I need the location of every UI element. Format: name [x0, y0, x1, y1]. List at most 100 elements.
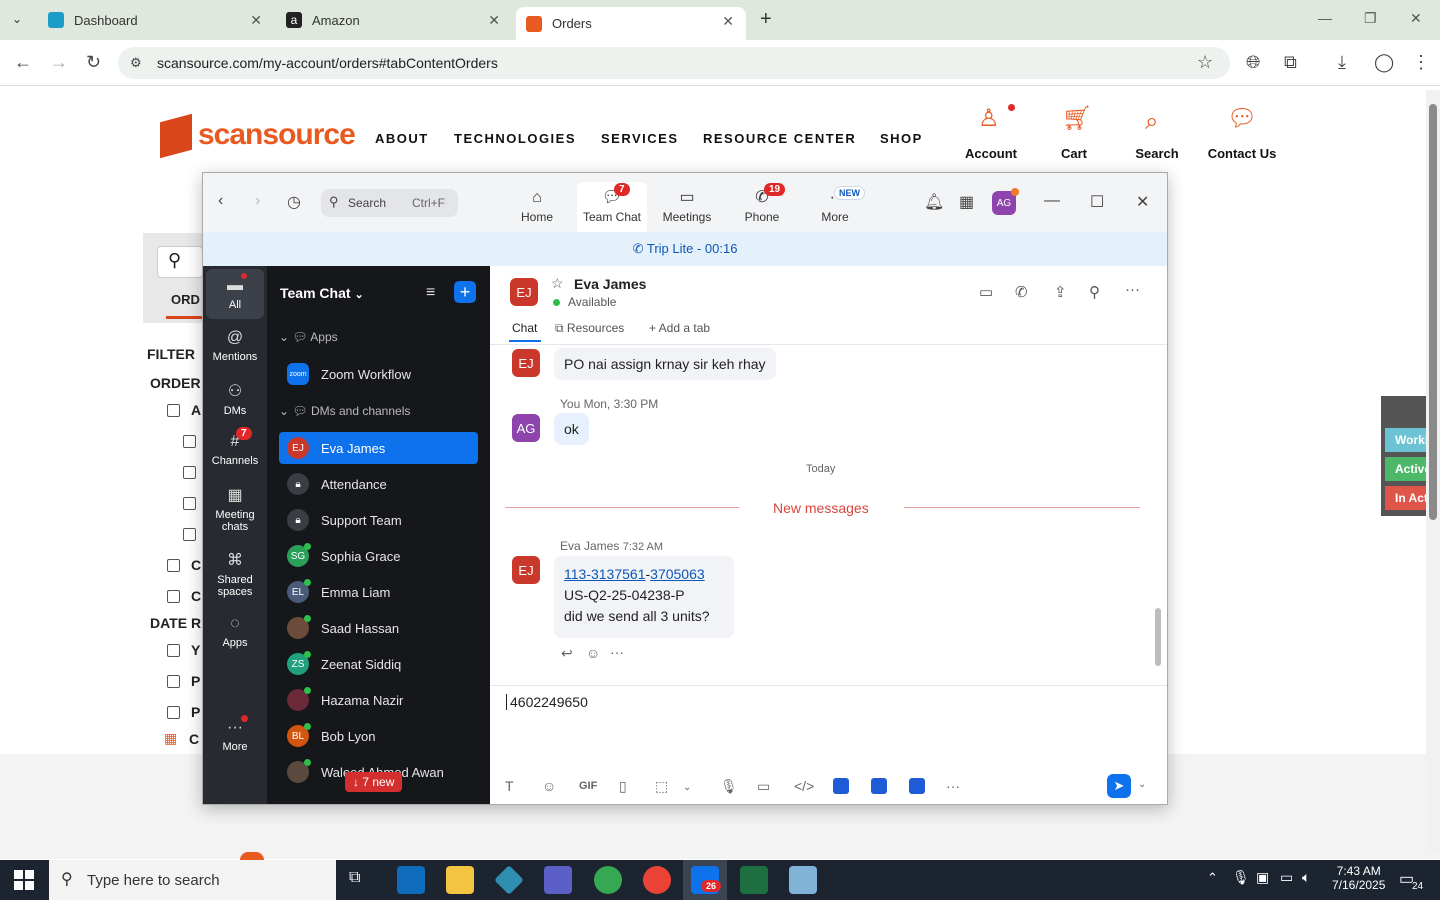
nav-services[interactable]: SERVICES — [601, 131, 679, 146]
site-info-icon[interactable]: ⚙ — [130, 55, 142, 71]
chat-more-icon[interactable]: ··· — [1125, 281, 1140, 298]
list-item-support-team[interactable]: 🔒︎ Support Team — [279, 504, 478, 536]
rail-apps[interactable]: ◌ Apps — [206, 615, 264, 649]
message-more-icon[interactable]: ··· — [610, 644, 624, 660]
composer-more-icon[interactable]: ··· — [946, 778, 960, 794]
filter-checkbox[interactable] — [183, 435, 196, 448]
task-view-icon[interactable]: ⧉ — [349, 869, 360, 887]
list-item-zeenat-siddiq[interactable]: ZS Zeenat Siddiq — [279, 648, 478, 680]
list-item-zoom-workflow[interactable]: zoom Zoom Workflow — [279, 358, 478, 390]
chat-contact-avatar[interactable]: EJ — [510, 278, 538, 306]
chat-search-icon[interactable]: ⚲ — [1089, 283, 1100, 301]
restore-window-icon[interactable]: ❐ — [1364, 10, 1377, 27]
browser-tab-orders[interactable]: Orders ✕ — [516, 7, 746, 40]
teams-app-icon[interactable] — [544, 866, 572, 894]
display-tray-icon[interactable]: ▣ — [1256, 869, 1269, 886]
translate-icon[interactable]: 🌐︎ — [1246, 52, 1260, 73]
gif-button[interactable]: GIF — [579, 780, 597, 792]
nav-technologies[interactable]: TECHNOLOGIES — [454, 131, 576, 146]
phone-call-icon[interactable]: ✆ — [1015, 283, 1028, 301]
rail-meeting-chats[interactable]: ▦ Meeting chats — [206, 485, 264, 533]
chat-tab-chat[interactable]: Chat — [512, 321, 537, 335]
profile-icon[interactable]: ◯ — [1374, 52, 1394, 73]
app-shortcut-icon[interactable] — [871, 778, 887, 794]
search-link[interactable]: Search — [1130, 146, 1184, 161]
contact-icon[interactable]: 💬︎ — [1227, 104, 1257, 133]
message-input[interactable]: 4602249650 — [506, 694, 588, 710]
close-window-icon[interactable]: ✕ — [1410, 10, 1422, 27]
chrome-app-icon[interactable] — [594, 866, 622, 894]
chat-contact-name[interactable]: Eva James — [574, 276, 646, 292]
zoom-tab-team-chat[interactable]: 💬︎ Team Chat — [577, 182, 647, 232]
orders-tab-label[interactable]: ORD — [171, 292, 200, 307]
new-messages-pill[interactable]: ↓ 7 new — [345, 772, 403, 792]
cart-link[interactable]: Cart — [1054, 146, 1094, 161]
screenshot-dropdown-icon[interactable]: ⌄ — [683, 782, 691, 793]
active-call-bar[interactable]: ✆ Trip Lite - 00:16 — [203, 232, 1167, 266]
excel-app-icon[interactable] — [740, 866, 768, 894]
code-snippet-icon[interactable]: </> — [794, 778, 814, 794]
section-apps[interactable]: ⌄ 💬︎ Apps — [279, 330, 338, 344]
zoom-tab-home[interactable]: ⌂ Home — [502, 182, 572, 232]
taskbar-search-box[interactable]: Type here to search — [49, 860, 336, 900]
outlook-app-icon[interactable] — [397, 866, 425, 894]
notepad-app-icon[interactable] — [789, 866, 817, 894]
app-shortcut-icon[interactable] — [833, 778, 849, 794]
new-chat-button[interactable]: + — [454, 281, 476, 303]
zoom-history-icon[interactable]: ◷ — [287, 192, 301, 212]
list-item-emma-liam[interactable]: EL Emma Liam — [279, 576, 478, 608]
orders-search-icon[interactable]: ⚲ — [168, 250, 181, 271]
date-checkbox[interactable] — [167, 706, 180, 719]
windows-start-icon[interactable] — [14, 870, 34, 890]
emoji-reaction-icon[interactable]: ☺ — [586, 645, 600, 661]
browser-tab-amazon[interactable]: a Amazon ✕ — [276, 0, 512, 40]
extensions-icon[interactable]: ⧉ — [1284, 52, 1297, 73]
nav-shop[interactable]: SHOP — [880, 131, 923, 146]
network-icon[interactable]: ▭ — [1280, 869, 1293, 886]
rail-all[interactable]: ▬ All — [206, 277, 264, 311]
calendar-icon[interactable]: ▦ — [164, 730, 177, 747]
video-message-icon[interactable]: ▭ — [757, 778, 770, 795]
download-icon[interactable]: ⤓ — [1338, 52, 1346, 73]
calendar-icon[interactable]: ▦ — [959, 192, 974, 212]
rail-mentions[interactable]: @ Mentions — [206, 329, 264, 363]
scansource-logo[interactable]: scansource — [160, 113, 356, 159]
screenshot-icon[interactable]: ⬚ — [655, 778, 668, 795]
filter-checkbox[interactable] — [183, 497, 196, 510]
taskbar-clock[interactable]: 7:43 AM 7/16/2025 — [1332, 864, 1385, 892]
list-item-hazama-nazir[interactable]: Hazama Nazir — [279, 684, 478, 716]
search-icon[interactable]: ⌕ — [1145, 108, 1158, 136]
app-shortcut-icon[interactable] — [909, 778, 925, 794]
account-link[interactable]: Account — [962, 146, 1020, 161]
rail-shared-spaces[interactable]: ⌘ Shared spaces — [206, 550, 264, 598]
zoom-tab-meetings[interactable]: ▭ Meetings — [652, 182, 722, 232]
section-dms[interactable]: ⌄ 💬︎ DMs and channels — [279, 404, 410, 418]
account-icon[interactable]: ♙ — [978, 104, 1000, 133]
contact-us-link[interactable]: Contact Us — [1200, 146, 1284, 161]
minimize-window-icon[interactable]: — — [1318, 10, 1332, 26]
browser-menu-icon[interactable]: ⋮ — [1412, 52, 1430, 73]
rail-dms[interactable]: ⚇ DMs — [206, 381, 264, 417]
tab-list-chevron-icon[interactable]: ⌄ — [12, 12, 22, 26]
browser-tab-dashboard[interactable]: Dashboard ✕ — [38, 0, 274, 40]
chat-scrollbar-thumb[interactable] — [1155, 608, 1161, 666]
rail-more[interactable]: ··· More — [206, 719, 264, 753]
date-checkbox[interactable] — [167, 644, 180, 657]
cart-icon[interactable]: 🛒︎ — [1062, 104, 1092, 133]
zoom-close-icon[interactable]: ✕ — [1136, 192, 1149, 212]
list-item-attendance[interactable]: 🔒︎ Attendance — [279, 468, 478, 500]
list-item-bob-lyon[interactable]: BL Bob Lyon — [279, 720, 478, 752]
page-scrollbar-thumb[interactable] — [1429, 104, 1437, 520]
zoom-back-icon[interactable]: ‹ — [218, 192, 223, 210]
share-screen-icon[interactable]: ⇪ — [1054, 283, 1067, 301]
zoom-forward-icon[interactable]: › — [255, 192, 260, 210]
notifications-bell-icon[interactable]: 🔔︎ — [924, 192, 944, 212]
reply-icon[interactable]: ↩ — [561, 645, 573, 662]
video-call-icon[interactable]: ▭ — [979, 283, 993, 301]
favorite-star-icon[interactable]: ☆ — [551, 275, 564, 292]
zoom-search-box[interactable]: ⚲ Search Ctrl+F — [321, 189, 458, 217]
format-text-icon[interactable]: T — [505, 778, 514, 794]
mic-tray-icon[interactable]: 🎙︎ — [1232, 869, 1250, 886]
file-icon[interactable]: ▯ — [619, 778, 627, 795]
filter-checkbox[interactable] — [183, 466, 196, 479]
